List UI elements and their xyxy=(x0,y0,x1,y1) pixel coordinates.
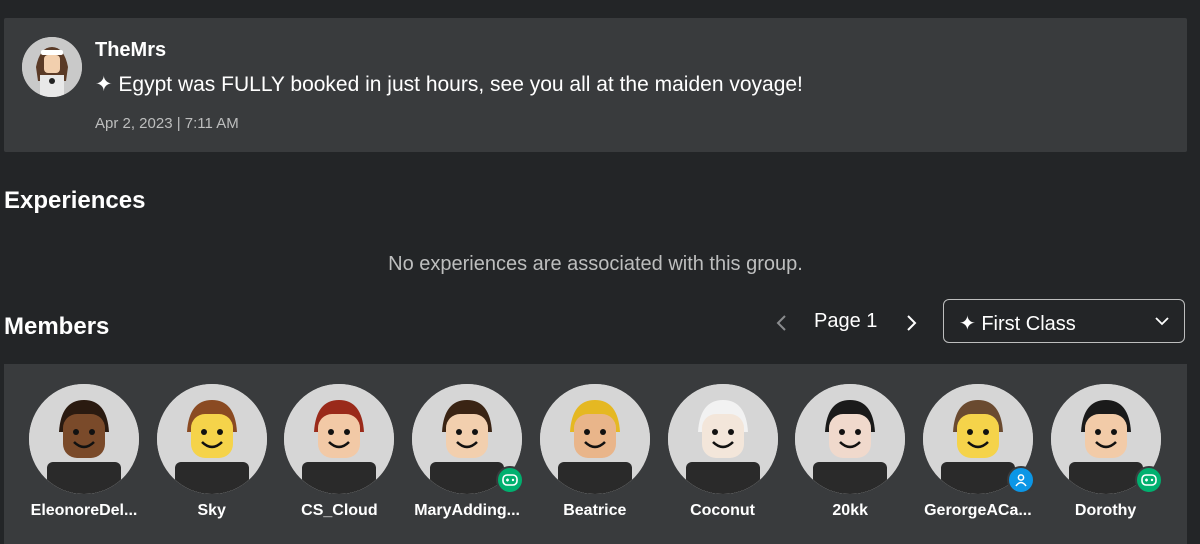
chevron-right-icon xyxy=(907,315,917,331)
avatar-image xyxy=(795,384,906,494)
pager-page-label: Page 1 xyxy=(814,310,878,332)
member-avatar[interactable] xyxy=(667,384,778,494)
avatar-image xyxy=(22,37,82,97)
experiences-empty-message: No experiences are associated with this … xyxy=(388,253,803,275)
pager-next-button[interactable] xyxy=(899,309,923,337)
user-icon xyxy=(1015,474,1027,487)
in-game-badge xyxy=(1134,466,1163,494)
member-name[interactable]: GerorgeACa... xyxy=(916,502,1040,520)
member-name[interactable]: Coconut xyxy=(661,502,785,520)
member-avatar[interactable] xyxy=(156,384,267,494)
gamepad-icon xyxy=(502,474,518,486)
avatar-image xyxy=(539,384,650,494)
pager-previous-button[interactable] xyxy=(770,309,794,337)
member-name[interactable]: MaryAdding... xyxy=(405,502,529,520)
shout-date: Apr 2, 2023 | 7:11 AM xyxy=(95,115,239,132)
members-list: EleonoreDel... Sky CS_Cloud MaryAdding... Be… xyxy=(4,364,1187,544)
role-dropdown[interactable]: ✦ First Class xyxy=(943,299,1185,343)
in-game-badge xyxy=(496,466,525,494)
member-name[interactable]: Dorothy xyxy=(1044,502,1168,520)
avatar-image xyxy=(284,384,395,494)
member-avatar[interactable] xyxy=(29,384,139,494)
group-shout-card: TheMrs ✦ Egypt was FULLY booked in just … xyxy=(4,18,1187,152)
shout-poster-name[interactable]: TheMrs xyxy=(95,39,166,62)
group-page: TheMrs ✦ Egypt was FULLY booked in just … xyxy=(0,0,1200,544)
members-title: Members xyxy=(4,313,110,340)
chevron-left-icon xyxy=(776,315,786,331)
member-name[interactable]: CS_Cloud xyxy=(277,502,401,520)
member-name[interactable]: EleonoreDel... xyxy=(22,502,146,520)
experiences-title: Experiences xyxy=(4,187,146,214)
avatar-image xyxy=(667,384,778,494)
member-name[interactable]: Beatrice xyxy=(533,502,657,520)
avatar-image xyxy=(156,384,267,494)
gamepad-icon xyxy=(1140,474,1157,486)
member-avatar[interactable] xyxy=(539,384,650,494)
shout-poster-avatar[interactable] xyxy=(22,37,82,97)
member-avatar[interactable] xyxy=(284,384,395,494)
role-dropdown-value: ✦ First Class xyxy=(959,313,1076,335)
in-studio-badge xyxy=(1006,466,1035,494)
member-name[interactable]: 20kk xyxy=(788,502,912,520)
member-avatar[interactable] xyxy=(795,384,906,494)
shout-message: ✦ Egypt was FULLY booked in just hours, … xyxy=(95,73,803,96)
avatar-image xyxy=(29,384,139,494)
member-name[interactable]: Sky xyxy=(150,502,274,520)
chevron-down-icon xyxy=(1155,317,1169,326)
